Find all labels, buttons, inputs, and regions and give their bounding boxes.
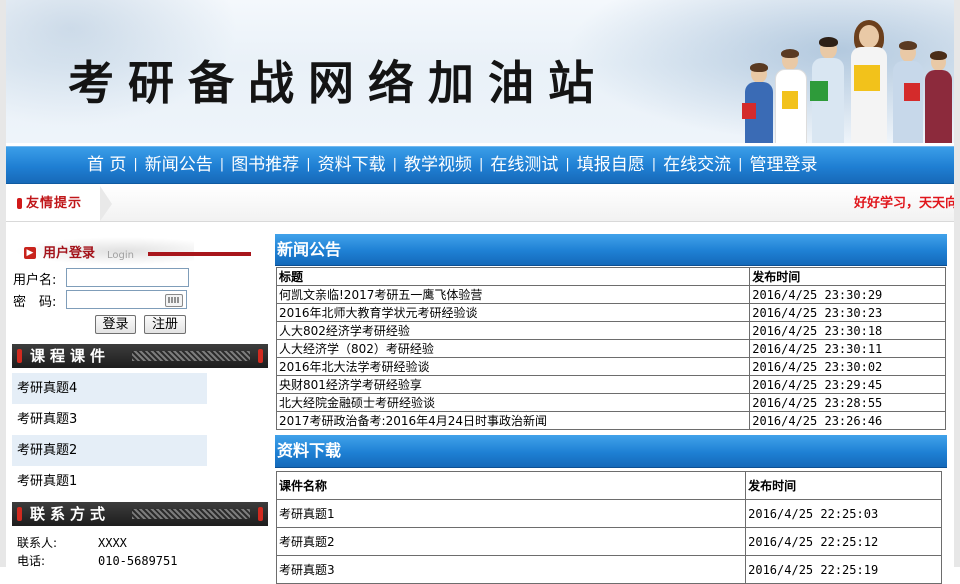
table-row: 何凯文亲临!2017考研五一鹰飞体验营 2016/4/25 23:30:29: [275, 285, 946, 304]
downloads-header: 资料下载: [275, 435, 947, 468]
news-title-link[interactable]: 央财801经济学考研经验享: [275, 375, 751, 394]
notice-label: 友情提示: [26, 196, 83, 211]
column-header-title: 标题: [275, 267, 751, 286]
register-button[interactable]: 注册: [144, 315, 186, 334]
header-lamp-icon: [258, 507, 263, 521]
login-title: 用户登录: [43, 246, 96, 261]
course-item[interactable]: 考研真题3: [12, 404, 207, 435]
contact-label: 联系人:: [17, 536, 58, 550]
notice-marker-icon: [17, 198, 22, 209]
column-header-time: 发布时间: [745, 471, 942, 500]
site-banner: 考研备战网络加油站: [6, 0, 954, 143]
nav-item-forum[interactable]: 在线交流: [656, 147, 738, 183]
news-title-link[interactable]: 人大802经济学考研经验: [275, 321, 751, 340]
right-frame: [954, 0, 960, 567]
password-label: 密 码:: [13, 295, 57, 310]
download-link[interactable]: 考研真题3: [275, 555, 747, 584]
news-time: 2016/4/25 23:30:23: [749, 303, 946, 322]
contact-row: 电话: 010-5689751: [17, 552, 177, 569]
news-header: 新闻公告: [275, 234, 947, 266]
header-lamp-icon: [258, 349, 263, 363]
news-title-link[interactable]: 2017考研政治备考:2016年4月24日时事政治新闻: [275, 411, 751, 430]
header-lamp-icon: [17, 507, 22, 521]
news-time: 2016/4/25 23:30:29: [749, 285, 946, 304]
nav-item-online-test[interactable]: 在线测试: [483, 147, 565, 183]
table-row: 考研真题1 2016/4/25 22:25:03: [275, 499, 942, 528]
contact-label: 电话:: [17, 554, 46, 568]
main-navigation: 首 页 | 新闻公告 | 图书推荐 | 资料下载 | 教学视频 | 在线测试 |…: [6, 146, 954, 184]
login-arrow-icon: ▶: [24, 247, 36, 259]
courses-header: 课程课件: [12, 344, 268, 368]
downloads-table: 课件名称 发布时间 考研真题1 2016/4/25 22:25:03 考研真题2…: [275, 471, 942, 584]
course-item[interactable]: 考研真题2: [12, 435, 207, 466]
news-time: 2016/4/25 23:30:18: [749, 321, 946, 340]
download-time: 2016/4/25 22:25:12: [745, 527, 942, 556]
nav-item-books[interactable]: 图书推荐: [224, 147, 306, 183]
table-row: 考研真题3 2016/4/25 22:25:19: [275, 555, 942, 584]
course-item[interactable]: 考研真题4: [12, 373, 207, 404]
contact-value: 010-5689751: [98, 554, 178, 568]
login-button[interactable]: 登录: [95, 315, 136, 334]
contact-title: 联系方式: [30, 505, 111, 523]
news-time: 2016/4/25 23:28:55: [749, 393, 946, 412]
nav-item-videos[interactable]: 教学视频: [397, 147, 479, 183]
table-row: 人大经济学（802）考研经验 2016/4/25 23:30:11: [275, 339, 946, 358]
news-title-link[interactable]: 2016年北大法学考研经验谈: [275, 357, 751, 376]
nav-item-downloads[interactable]: 资料下载: [311, 147, 393, 183]
header-hatch-decoration: [132, 351, 250, 361]
notice-marquee: 好好学习，天天向: [854, 196, 954, 211]
contact-value: XXXX: [98, 536, 127, 550]
contact-header: 联系方式: [12, 502, 268, 526]
download-time: 2016/4/25 22:25:19: [745, 555, 942, 584]
download-time: 2016/4/25 22:25:03: [745, 499, 942, 528]
banner-students-image: [738, 18, 954, 143]
news-time: 2016/4/25 23:30:11: [749, 339, 946, 358]
table-row: 北大经院金融硕士考研经验谈 2016/4/25 23:28:55: [275, 393, 946, 412]
table-row: 考研真题2 2016/4/25 22:25:12: [275, 527, 942, 556]
table-header-row: 课件名称 发布时间: [275, 471, 942, 500]
news-title-link[interactable]: 何凯文亲临!2017考研五一鹰飞体验营: [275, 285, 751, 304]
notice-bar: 友情提示 好好学习，天天向: [6, 186, 954, 222]
news-table: 标题 发布时间 何凯文亲临!2017考研五一鹰飞体验营 2016/4/25 23…: [275, 267, 946, 430]
news-title-link[interactable]: 2016年北师大教育学状元考研经验谈: [275, 303, 751, 322]
column-header-name: 课件名称: [275, 471, 747, 500]
news-time: 2016/4/25 23:29:45: [749, 375, 946, 394]
username-label: 用户名:: [13, 273, 57, 288]
contact-row: 联系人: XXXX: [17, 534, 127, 551]
download-link[interactable]: 考研真题2: [275, 527, 747, 556]
news-title-link[interactable]: 人大经济学（802）考研经验: [275, 339, 751, 358]
course-item[interactable]: 考研真题1: [12, 466, 207, 497]
nav-item-news[interactable]: 新闻公告: [138, 147, 220, 183]
notice-tab: 友情提示: [6, 186, 112, 221]
table-row: 2016年北大法学考研经验谈 2016/4/25 23:30:02: [275, 357, 946, 376]
header-hatch-decoration: [132, 509, 250, 519]
header-lamp-icon: [17, 349, 22, 363]
keyboard-icon[interactable]: [165, 294, 183, 307]
table-row: 2017考研政治备考:2016年4月24日时事政治新闻 2016/4/25 23…: [275, 411, 946, 430]
username-input[interactable]: [66, 268, 189, 287]
news-time: 2016/4/25 23:26:46: [749, 411, 946, 430]
login-header-bar: [148, 252, 251, 256]
news-title-link[interactable]: 北大经院金融硕士考研经验谈: [275, 393, 751, 412]
table-row: 2016年北师大教育学状元考研经验谈 2016/4/25 23:30:23: [275, 303, 946, 322]
login-header: ▶ 用户登录 Login: [14, 237, 254, 265]
site-title: 考研备战网络加油站: [68, 56, 608, 110]
nav-items: 首 页 | 新闻公告 | 图书推荐 | 资料下载 | 教学视频 | 在线测试 |…: [80, 147, 825, 183]
courses-title: 课程课件: [30, 347, 111, 365]
downloads-title: 资料下载: [277, 441, 342, 460]
news-time: 2016/4/25 23:30:02: [749, 357, 946, 376]
password-input[interactable]: [66, 290, 187, 309]
nav-item-admin-login[interactable]: 管理登录: [743, 147, 825, 183]
login-header-shadow: [14, 237, 194, 265]
table-header-row: 标题 发布时间: [275, 267, 946, 286]
table-row: 央财801经济学考研经验享 2016/4/25 23:29:45: [275, 375, 946, 394]
column-header-time: 发布时间: [749, 267, 946, 286]
nav-item-application[interactable]: 填报自愿: [570, 147, 652, 183]
download-link[interactable]: 考研真题1: [275, 499, 747, 528]
news-title: 新闻公告: [277, 240, 342, 259]
table-row: 人大802经济学考研经验 2016/4/25 23:30:18: [275, 321, 946, 340]
login-subtitle: Login: [107, 250, 134, 261]
nav-item-home[interactable]: 首 页: [80, 147, 133, 183]
